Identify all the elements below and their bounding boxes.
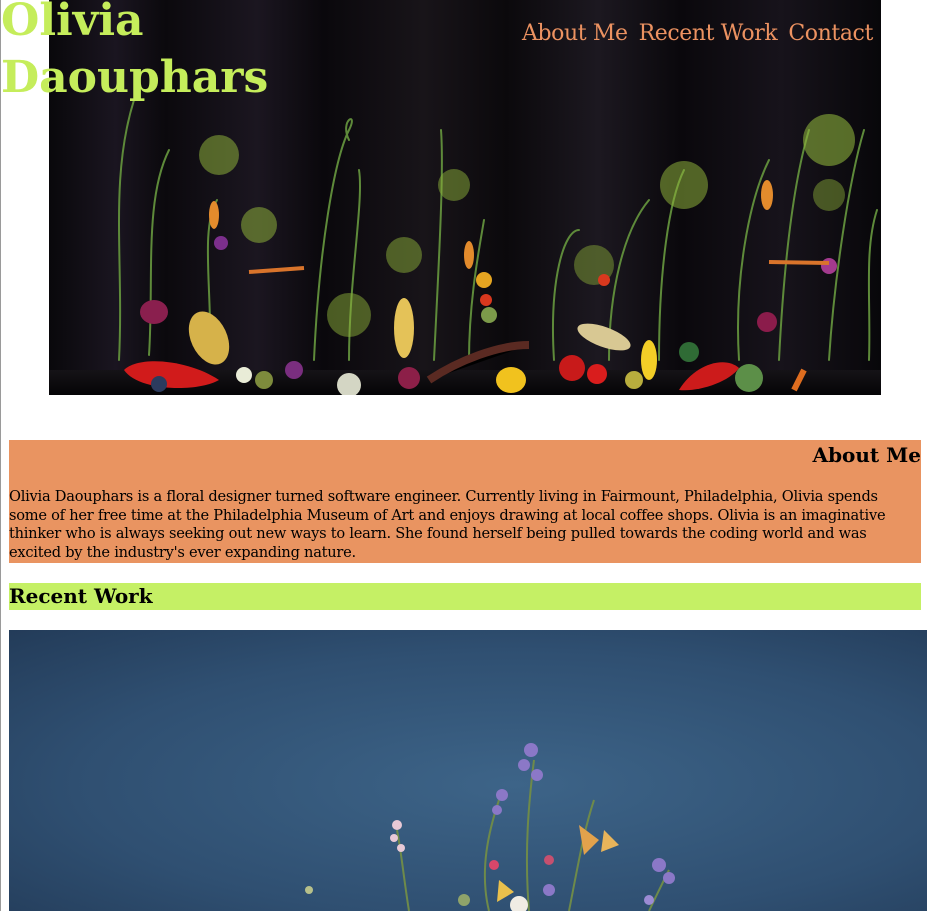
site-name: Olivia Daouphars [1,0,269,103]
about-heading: About Me [812,443,921,467]
main-nav: About Me Recent Work Contact [522,17,873,51]
recent-work-image [9,630,927,911]
recent-work-heading: Recent Work [9,584,153,608]
nav-link-about-me[interactable]: About Me [522,17,628,51]
page-left-border [0,0,1,911]
nav-link-recent-work[interactable]: Recent Work [639,17,778,51]
recent-work-section: Recent Work [9,583,921,610]
about-section: About Me Olivia Daouphars is a floral de… [9,440,921,563]
about-body: Olivia Daouphars is a floral designer tu… [9,488,886,562]
nav-link-contact[interactable]: Contact [788,17,873,51]
